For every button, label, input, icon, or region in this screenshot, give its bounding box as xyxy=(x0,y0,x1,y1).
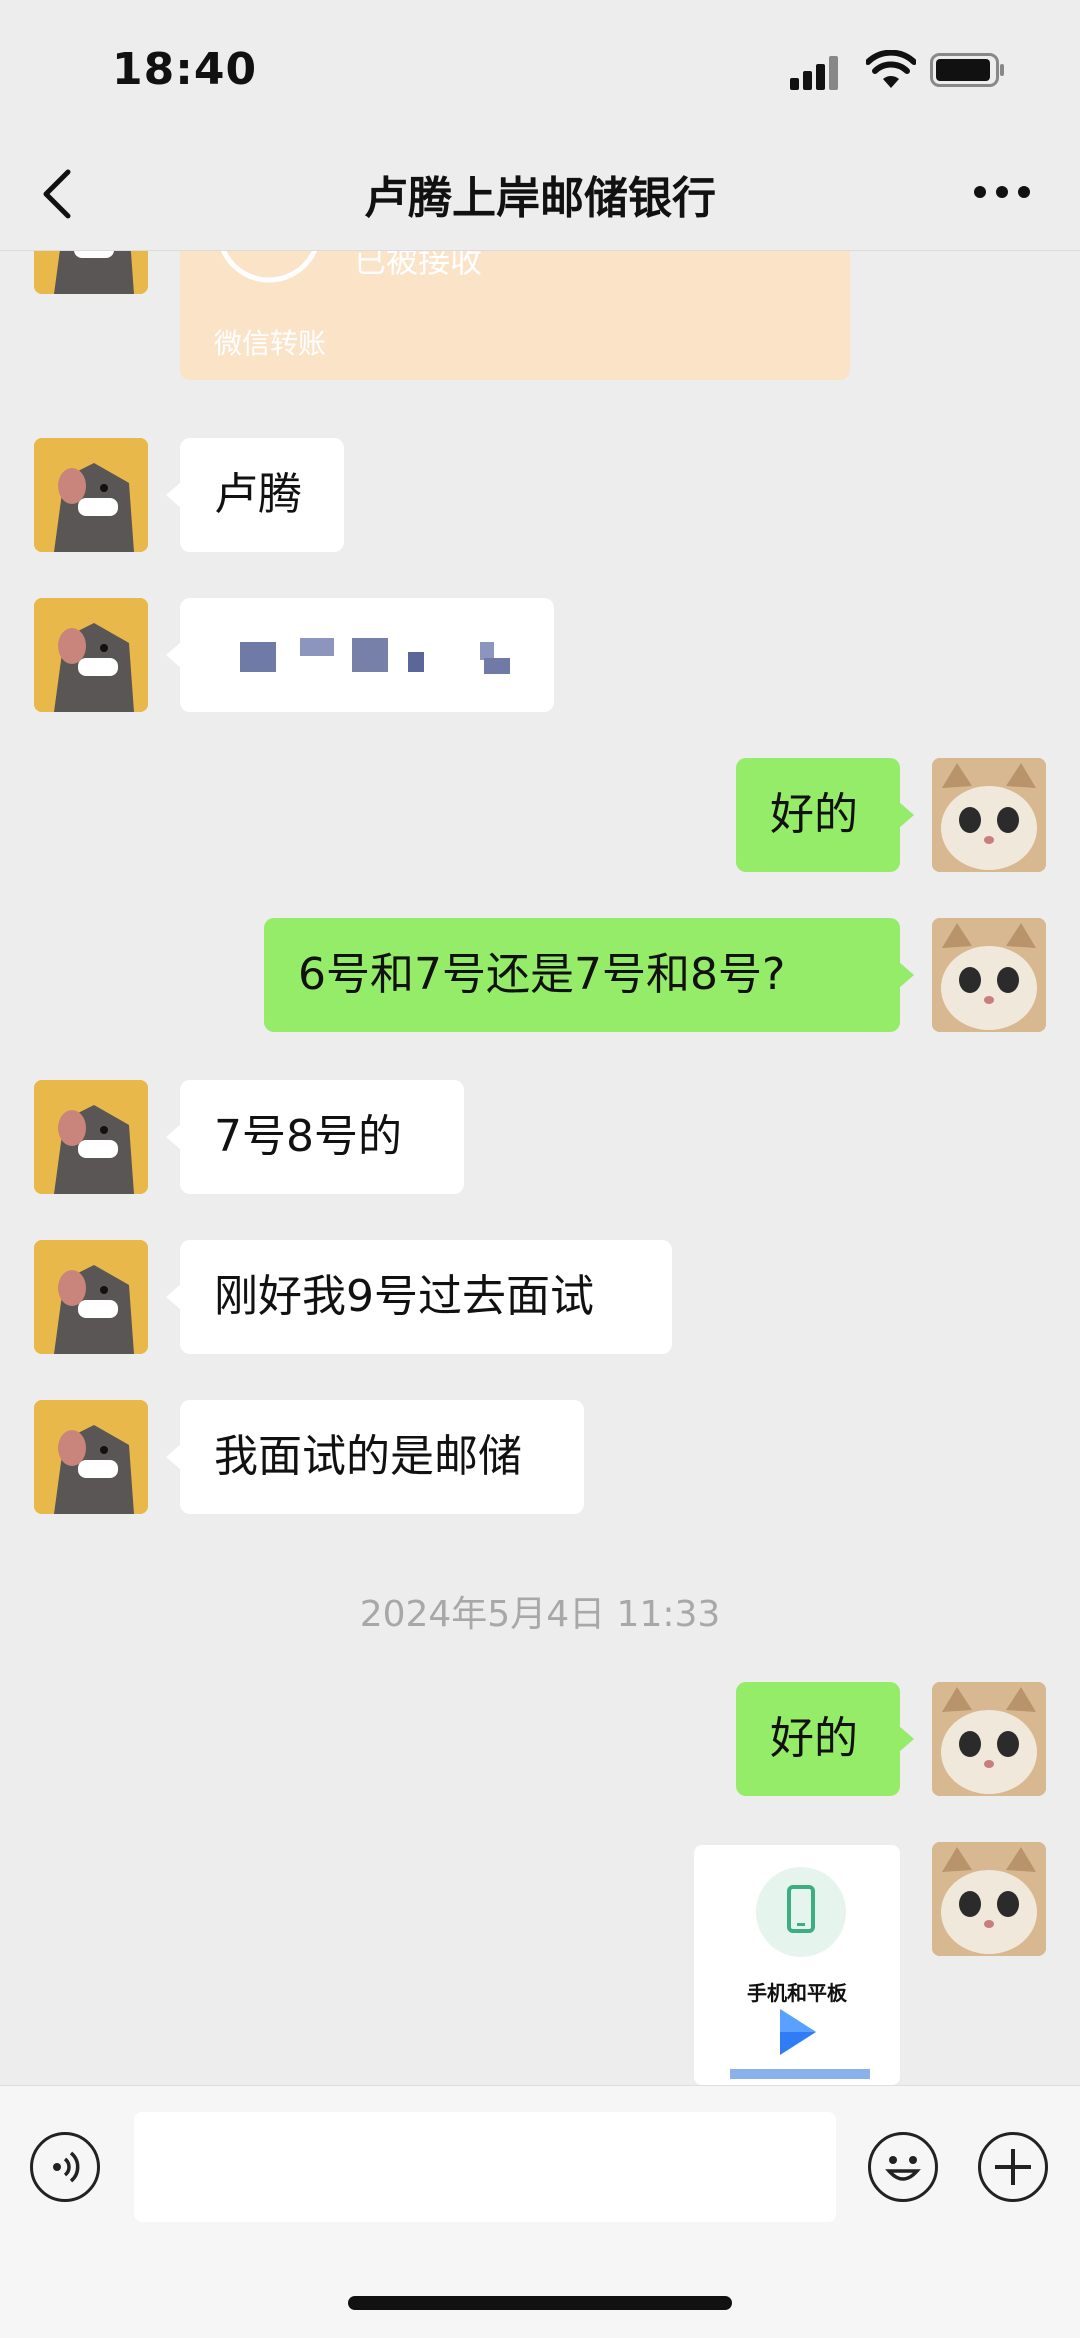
user-avatar[interactable] xyxy=(932,758,1046,872)
plus-icon xyxy=(995,2149,1031,2185)
message-bubble-redacted[interactable] xyxy=(166,598,554,712)
emoji-button[interactable] xyxy=(868,2132,938,2202)
message-bubble[interactable]: 卢腾 xyxy=(166,438,344,552)
signal-icon xyxy=(790,56,842,90)
message-bubble[interactable]: 6号和7号还是7号和8号? xyxy=(264,918,914,1032)
plus-button[interactable] xyxy=(978,2132,1048,2202)
message-input[interactable] xyxy=(134,2112,836,2222)
voice-icon xyxy=(53,2151,80,2183)
voice-button[interactable] xyxy=(30,2132,100,2202)
redacted-content xyxy=(240,638,510,674)
message-bubble[interactable]: 刚好我9号过去面试 xyxy=(166,1240,672,1354)
chat-title: 卢腾上岸邮储银行 xyxy=(364,173,716,224)
emoji-icon xyxy=(885,2156,921,2181)
transfer-status: 已被接收 xyxy=(354,250,483,280)
message-timestamp: 2024年5月4日 11:33 xyxy=(359,1594,721,1635)
status-time: 18:40 xyxy=(112,44,258,95)
user-avatar[interactable] xyxy=(932,1682,1046,1796)
message-bubble[interactable]: 7号8号的 xyxy=(166,1080,464,1194)
contact-avatar[interactable] xyxy=(34,438,148,552)
play-icon xyxy=(780,2009,816,2055)
transfer-footer: 微信转账 xyxy=(214,327,327,360)
message-bubble[interactable]: 我面试的是邮储 xyxy=(166,1400,584,1514)
card-label: 手机和平板 xyxy=(747,1981,847,2005)
wifi-icon xyxy=(866,50,916,88)
contact-avatar[interactable] xyxy=(34,1240,148,1354)
transfer-check-icon xyxy=(220,250,318,283)
card-text-fragment xyxy=(730,2069,870,2079)
user-avatar[interactable] xyxy=(932,1842,1046,1956)
message-text: 刚好我9号过去面试 xyxy=(214,1271,594,1322)
nav-bar: 卢腾上岸邮储银行 xyxy=(0,140,1080,251)
contact-avatar[interactable] xyxy=(34,598,148,712)
shared-image-card[interactable]: 手机和平板 xyxy=(694,1845,900,2085)
message-text: 6号和7号还是7号和8号? xyxy=(298,949,786,1000)
battery-icon xyxy=(930,53,1004,87)
message-text: 卢腾 xyxy=(214,469,302,520)
phone-icon xyxy=(787,1885,815,1933)
chat-area[interactable]: 已被接收 微信转账 卢腾 好的 6号和7号还是7号和8号? 7号8号的 刚好我9… xyxy=(0,250,1080,2085)
more-icon[interactable] xyxy=(972,182,1032,202)
contact-avatar[interactable] xyxy=(34,1080,148,1194)
message-bubble[interactable]: 好的 xyxy=(736,1682,914,1796)
contact-avatar[interactable] xyxy=(34,1400,148,1514)
home-indicator[interactable] xyxy=(348,2296,732,2310)
message-bubble[interactable]: 好的 xyxy=(736,758,914,872)
message-text: 我面试的是邮储 xyxy=(214,1431,522,1482)
user-avatar[interactable] xyxy=(932,918,1046,1032)
message-text: 7号8号的 xyxy=(214,1111,402,1162)
message-text: 好的 xyxy=(770,789,858,840)
status-bar: 18:40 xyxy=(0,0,1080,140)
phone-icon-circle xyxy=(756,1867,846,1957)
transfer-card[interactable]: 已被接收 微信转账 xyxy=(180,250,850,380)
contact-avatar[interactable] xyxy=(34,250,148,294)
message-text: 好的 xyxy=(770,1713,858,1764)
